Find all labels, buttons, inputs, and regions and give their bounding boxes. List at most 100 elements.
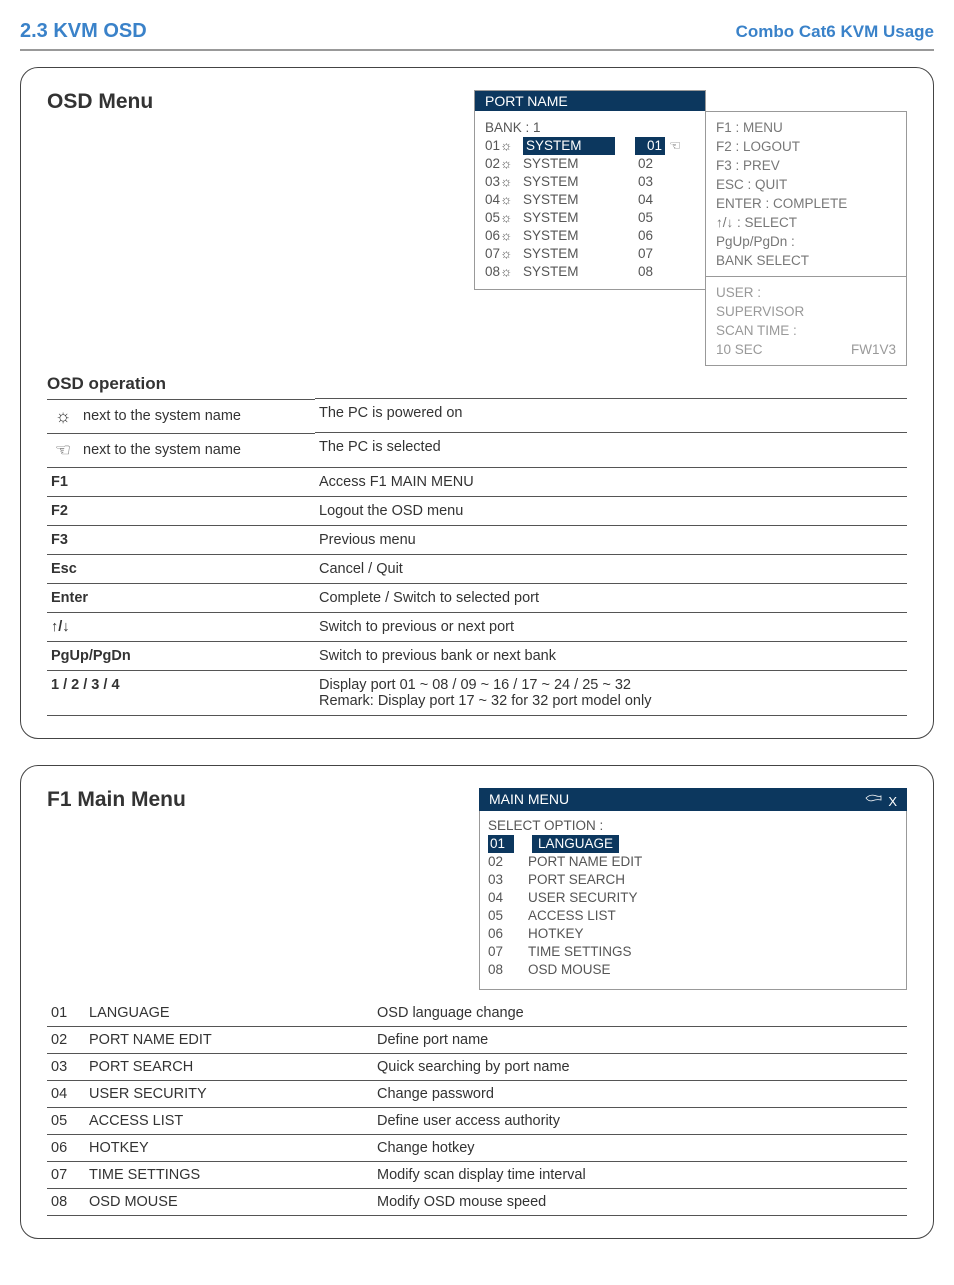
port-row: 03☼SYSTEM03 [485,173,695,191]
port-num: 07☼ [485,245,523,263]
menu-name: OSD MOUSE [528,961,611,979]
menu-num: 02 [488,853,510,871]
op-row: ☼next to the system nameThe PC is powere… [47,399,907,433]
op-key: PgUp/PgDn [47,641,315,670]
menu-desc-text: Define user access authority [373,1107,907,1134]
main-menu-desc-table: 01LANGUAGEOSD language change02PORT NAME… [47,1000,907,1216]
op-row: F1Access F1 MAIN MENU [47,467,907,496]
menu-num: 04 [488,889,510,907]
op-desc: Logout the OSD menu [315,496,907,525]
hint-line: ENTER : COMPLETE [716,194,896,213]
op-row: F3Previous menu [47,525,907,554]
sun-icon: ☼ [500,210,514,225]
menu-num: 03 [488,871,510,889]
menu-name: HOTKEY [528,925,584,943]
menu-name: PORT SEARCH [528,871,625,889]
op-row: EscCancel / Quit [47,554,907,583]
port-row: 02☼SYSTEM02 [485,155,695,173]
op-key: F3 [47,525,315,554]
main-menu-item: 03 PORT SEARCH [488,871,898,889]
menu-desc-num: 06 [47,1134,85,1161]
port-row: 06☼SYSTEM 06 [485,227,695,245]
op-row: 1 / 2 / 3 / 4Display port 01 ~ 08 / 09 ~… [47,670,907,715]
port-num: 04☼ [485,191,523,209]
port-num2: 01 [635,137,665,155]
port-row: 01☼SYSTEM01☜ [485,137,695,155]
menu-desc-row: 03PORT SEARCHQuick searching by port nam… [47,1053,907,1080]
sun-icon: ☼ [500,228,514,243]
osd-operation-table: ☼next to the system nameThe PC is powere… [47,398,907,716]
port-list: BANK : 1 01☼SYSTEM01☜02☼SYSTEM0203☼SYSTE… [474,111,706,290]
menu-desc-text: Quick searching by port name [373,1053,907,1080]
sun-icon: ☼ [500,192,514,207]
menu-desc-name: LANGUAGE [85,1000,373,1027]
port-num2: 07 [629,245,653,263]
menu-num: 07 [488,943,510,961]
op-key: ↑/↓ [47,612,315,641]
op-row: F2Logout the OSD menu [47,496,907,525]
main-menu-body: SELECT OPTION : 01LANGUAGE02PORT NAME ED… [479,811,907,990]
op-desc: Complete / Switch to selected port [315,583,907,612]
main-menu-item: 05ACCESS LIST [488,907,898,925]
menu-desc-name: HOTKEY [85,1134,373,1161]
port-num2: 08 [629,263,653,281]
op-desc: The PC is powered on [315,399,907,433]
hand-icon: ☜ [669,137,681,155]
op-desc: Display port 01 ~ 08 / 09 ~ 16 / 17 ~ 24… [315,670,907,715]
op-desc: The PC is selected [315,433,907,468]
usage-title: Combo Cat6 KVM Usage [736,22,934,42]
port-num2: 06 [629,227,653,245]
menu-desc-num: 08 [47,1188,85,1215]
hint-line: ↑/↓ : SELECT [716,213,896,232]
menu-num: 05 [488,907,510,925]
hint-line: F1 : MENU [716,118,896,137]
menu-num: 01 [488,835,514,853]
menu-desc-text: Modify OSD mouse speed [373,1188,907,1215]
main-menu-item: 07TIME SETTINGS [488,943,898,961]
port-num2: 02 [629,155,653,173]
f1-main-menu-title: F1 Main Menu [47,788,186,812]
op-desc: Access F1 MAIN MENU [315,467,907,496]
port-name: SYSTEM [523,155,609,173]
main-menu-item: 01LANGUAGE [488,835,898,853]
sun-icon: ☼ [500,156,514,171]
port-num2: 03 [629,173,653,191]
main-menu-header-label: MAIN MENU [489,791,569,807]
menu-desc-name: ACCESS LIST [85,1107,373,1134]
port-num: 06☼ [485,227,523,245]
scan-time-sec: 10 SEC [716,340,804,359]
hint-line: F2 : LOGOUT [716,137,896,156]
hint-line: F3 : PREV [716,156,896,175]
menu-desc-name: OSD MOUSE [85,1188,373,1215]
op-desc: Previous menu [315,525,907,554]
port-num: 01☼ [485,137,523,155]
user-role: SUPERVISOR [716,302,804,321]
menu-desc-row: 08OSD MOUSEModify OSD mouse speed [47,1188,907,1215]
menu-desc-text: Define port name [373,1026,907,1053]
menu-desc-num: 07 [47,1161,85,1188]
menu-desc-row: 05ACCESS LISTDefine user access authorit… [47,1107,907,1134]
port-row: 05☼SYSTEM05 [485,209,695,227]
osd-port-box: PORT NAME BANK : 1 01☼SYSTEM01☜02☼SYSTEM… [474,90,907,366]
port-name: SYSTEM [523,191,609,209]
menu-desc-name: USER SECURITY [85,1080,373,1107]
osd-status: USER : SUPERVISOR SCAN TIME : 10 SEC FW1… [705,276,907,366]
menu-desc-num: 03 [47,1053,85,1080]
port-name: SYSTEM [523,209,609,227]
menu-desc-num: 04 [47,1080,85,1107]
hand-icon: ☜ [51,440,75,461]
port-num: 05☼ [485,209,523,227]
op-desc: Cancel / Quit [315,554,907,583]
sun-icon: ☼ [500,138,514,153]
page-header: 2.3 KVM OSD Combo Cat6 KVM Usage [20,20,934,51]
hint-line: PgUp/PgDn : [716,232,896,251]
op-key: F2 [47,496,315,525]
bank-label: BANK : 1 [485,119,695,137]
menu-desc-num: 01 [47,1000,85,1027]
op-row: EnterComplete / Switch to selected port [47,583,907,612]
port-name: SYSTEM [523,227,609,245]
f1-main-menu-panel: F1 Main Menu MAIN MENU X SELECT OPTION :… [20,765,934,1239]
osd-hints-wrap: F1 : MENUF2 : LOGOUTF3 : PREVESC : QUITE… [706,90,907,366]
hint-line: ESC : QUIT [716,175,896,194]
sun-icon: ☼ [500,264,514,279]
